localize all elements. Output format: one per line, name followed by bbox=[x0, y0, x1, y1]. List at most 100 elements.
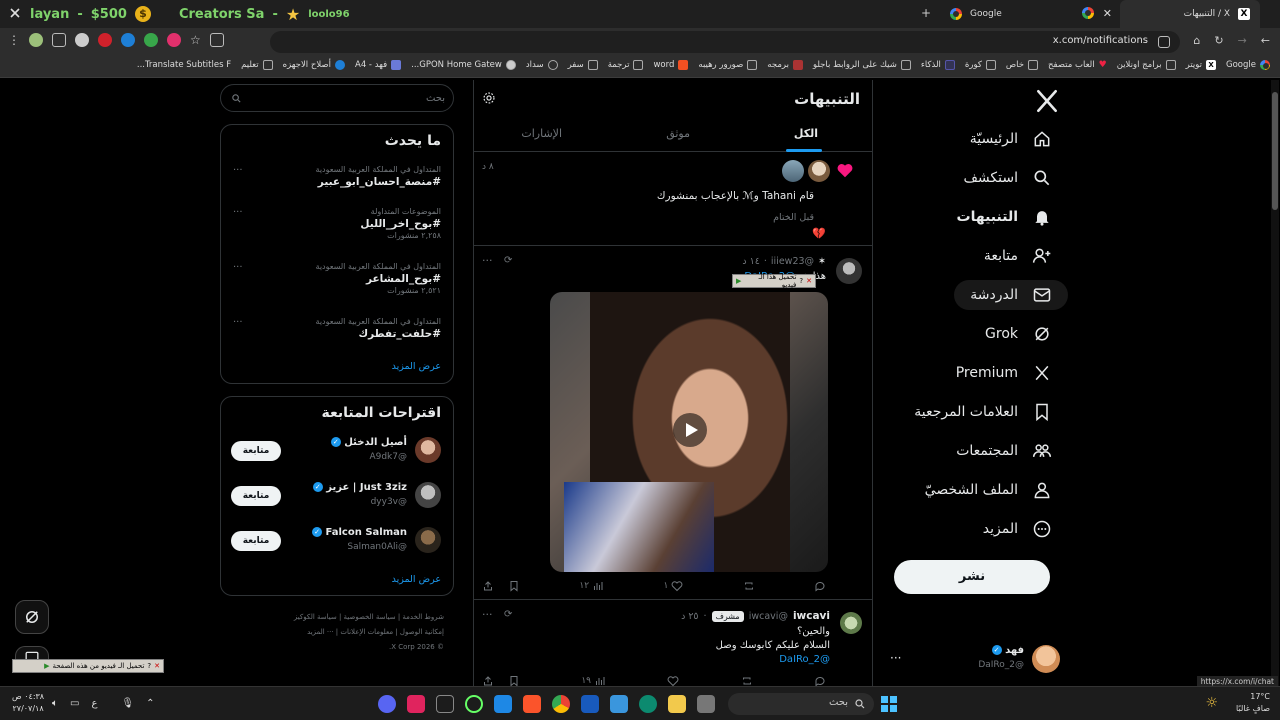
more-dots-icon[interactable]: ··· bbox=[233, 262, 243, 273]
trend-item[interactable]: الموضوعات المتداولة #بوح_اخر_الليل ٢,٢٥٨… bbox=[231, 207, 441, 240]
grok-icon[interactable]: ⟳ bbox=[504, 255, 512, 266]
tab-close-icon[interactable]: ✕ bbox=[1103, 7, 1112, 20]
tab-google[interactable]: Google ✕ bbox=[940, 0, 1120, 28]
trend-item[interactable]: المتداول في المملكة العربية السعودية #حل… bbox=[231, 317, 441, 340]
menu-dots-icon[interactable]: ⋮ bbox=[8, 33, 20, 47]
extension-icon[interactable] bbox=[98, 33, 112, 47]
chevron-up-icon[interactable]: ⌃ bbox=[146, 698, 154, 709]
nav-grok[interactable]: Grok bbox=[977, 319, 1060, 349]
tweet-handle[interactable]: @iiiew23 bbox=[771, 256, 814, 267]
nav-more[interactable]: المزيد bbox=[975, 514, 1060, 544]
follow-button[interactable]: متابعة bbox=[231, 531, 281, 551]
tab-all[interactable]: الكل bbox=[794, 127, 818, 140]
bookmark-item[interactable]: شيك على الروابط باجلو bbox=[813, 60, 911, 70]
bookmark-folder[interactable]: ترجمة bbox=[608, 60, 644, 70]
post-button[interactable]: نشر bbox=[894, 560, 1050, 594]
more-dots-icon[interactable]: ··· bbox=[482, 254, 493, 267]
bookmark-item[interactable]: GPON Home Gatew... bbox=[411, 60, 516, 70]
help-icon[interactable]: ? bbox=[147, 662, 151, 670]
page-scrollbar[interactable] bbox=[1271, 80, 1279, 686]
bookmark-item[interactable]: صورور رهيبه bbox=[698, 60, 758, 70]
scrollbar-thumb[interactable] bbox=[1272, 92, 1278, 210]
window-close-icon[interactable] bbox=[8, 6, 22, 20]
footer-link[interactable]: سياسة الخصوصية bbox=[344, 613, 396, 621]
gear-icon[interactable] bbox=[482, 91, 496, 105]
nav-follow[interactable]: متابعة bbox=[976, 241, 1060, 271]
chrome-icon[interactable] bbox=[552, 695, 570, 713]
tweet-handle[interactable]: @iwcavi bbox=[749, 611, 788, 622]
more-dots-icon[interactable]: ··· bbox=[233, 317, 243, 328]
footer-link[interactable]: شروط الخدمة bbox=[402, 613, 444, 621]
microphone-icon[interactable]: 🎙︎ bbox=[121, 698, 134, 709]
follow-suggestion[interactable]: Just 3ziz | عزيز ✓ @dyy3v متابعة bbox=[231, 480, 441, 516]
follow-button[interactable]: متابعة bbox=[231, 486, 281, 506]
puzzle-icon[interactable] bbox=[52, 33, 66, 47]
network-icon[interactable]: ▭ bbox=[70, 698, 79, 709]
star-bookmark-icon[interactable]: ☆ bbox=[190, 33, 201, 47]
grok-float-button[interactable] bbox=[15, 600, 49, 634]
footer-link[interactable]: معلومات الإعلانات bbox=[340, 628, 393, 636]
footer-link[interactable]: إمكانية الوصول bbox=[400, 628, 444, 636]
bookmark-item[interactable]: برمجه bbox=[767, 60, 803, 70]
nav-premium[interactable]: Premium bbox=[948, 358, 1060, 388]
bookmark-folder[interactable]: سفر bbox=[568, 60, 598, 70]
page-video-download-bar[interactable]: ✕ ? تحميل الـ فيديو من هذه الصفحة ▶ bbox=[12, 659, 164, 673]
trend-item[interactable]: المتداول في المملكة العربية السعودية #بو… bbox=[231, 262, 441, 295]
extension-icon[interactable] bbox=[144, 33, 158, 47]
mention-tweet[interactable]: ✶ @iiiew23 · ١٤ د ··· ⟳ هذا هو @DaIRo_2 … bbox=[474, 246, 872, 600]
folder-icon[interactable] bbox=[668, 695, 686, 713]
tab-verified[interactable]: موثق bbox=[666, 127, 690, 140]
bookmark-folder[interactable]: خاص bbox=[1006, 60, 1039, 70]
new-tab-button[interactable]: + bbox=[921, 6, 931, 20]
bookmark-item[interactable]: X تويتر bbox=[1186, 60, 1217, 70]
volume-icon[interactable]: 🔈︎ bbox=[52, 698, 58, 709]
extension-icon[interactable] bbox=[75, 33, 89, 47]
video-download-bar[interactable]: ✕ ? تحميل هذا الـ فيديو ▶ bbox=[732, 273, 816, 289]
repost-button[interactable] bbox=[743, 580, 755, 592]
back-icon[interactable]: ← bbox=[1261, 34, 1270, 47]
home-icon[interactable]: ⌂ bbox=[1193, 34, 1200, 47]
bookmark-folder[interactable]: برامج اونلاين bbox=[1117, 60, 1176, 70]
nav-notifications[interactable]: التنبيهات bbox=[949, 202, 1060, 232]
share-icon[interactable] bbox=[482, 580, 494, 592]
bookmark-folder[interactable]: تعليم bbox=[241, 60, 273, 70]
footer-link[interactable]: سياسة الكوكيز bbox=[294, 613, 337, 621]
tweet-author[interactable]: iwcavi bbox=[793, 610, 830, 622]
bookmark-item[interactable]: سداد bbox=[526, 60, 558, 70]
show-more-link[interactable]: عرض المزيد bbox=[392, 361, 441, 372]
nav-bookmarks[interactable]: العلامات المرجعية bbox=[906, 397, 1060, 427]
help-icon[interactable]: ? bbox=[799, 277, 803, 285]
reload-icon[interactable]: ↻ bbox=[1214, 34, 1223, 47]
system-clock[interactable]: ٠٤:٣٨ ص ٢٧/٠٧/١٨ bbox=[12, 691, 44, 715]
account-switcher[interactable]: فهد ✓ @DaIRo_2 ··· bbox=[890, 643, 1060, 677]
brave-icon[interactable] bbox=[523, 695, 541, 713]
show-more-link[interactable]: عرض المزيد bbox=[392, 574, 441, 585]
play-icon[interactable] bbox=[672, 412, 708, 448]
more-dots-icon[interactable]: ··· bbox=[233, 207, 243, 218]
language-indicator[interactable]: ع bbox=[91, 698, 97, 709]
like-button[interactable]: ١ bbox=[663, 580, 683, 592]
x-logo-icon[interactable] bbox=[1034, 88, 1060, 114]
bookmark-icon[interactable] bbox=[508, 675, 520, 686]
discord-icon[interactable] bbox=[378, 695, 396, 713]
more-dots-icon[interactable]: ··· bbox=[482, 608, 493, 621]
nav-profile[interactable]: الملف الشخصيّ bbox=[917, 475, 1060, 505]
more-dots-icon[interactable]: ··· bbox=[233, 165, 243, 176]
taskbar-search[interactable]: بحث bbox=[728, 693, 874, 715]
bookmark-item[interactable]: الذكاء bbox=[921, 60, 955, 70]
like-notification[interactable]: ٨ د قام Tahani وℳ بالإعجاب بمنشورك قبل ا… bbox=[474, 152, 872, 246]
xbox-icon[interactable] bbox=[465, 695, 483, 713]
store-icon[interactable] bbox=[610, 695, 628, 713]
search-field[interactable] bbox=[220, 84, 454, 112]
install-app-icon[interactable] bbox=[209, 33, 224, 47]
address-bar[interactable]: x.com/notifications bbox=[270, 31, 1180, 53]
extension-icon[interactable] bbox=[167, 33, 181, 47]
bookmark-item[interactable]: فهد - A4 bbox=[355, 60, 402, 70]
reply-button[interactable] bbox=[814, 580, 826, 592]
nav-home[interactable]: الرئيسيّة bbox=[962, 124, 1060, 154]
word-icon[interactable] bbox=[581, 695, 599, 713]
weather-widget[interactable]: 17°C صافٍ غالبًا bbox=[1236, 691, 1270, 715]
app-icon[interactable] bbox=[407, 695, 425, 713]
like-button[interactable] bbox=[667, 675, 679, 686]
views-button[interactable]: ١٢ bbox=[579, 580, 604, 592]
